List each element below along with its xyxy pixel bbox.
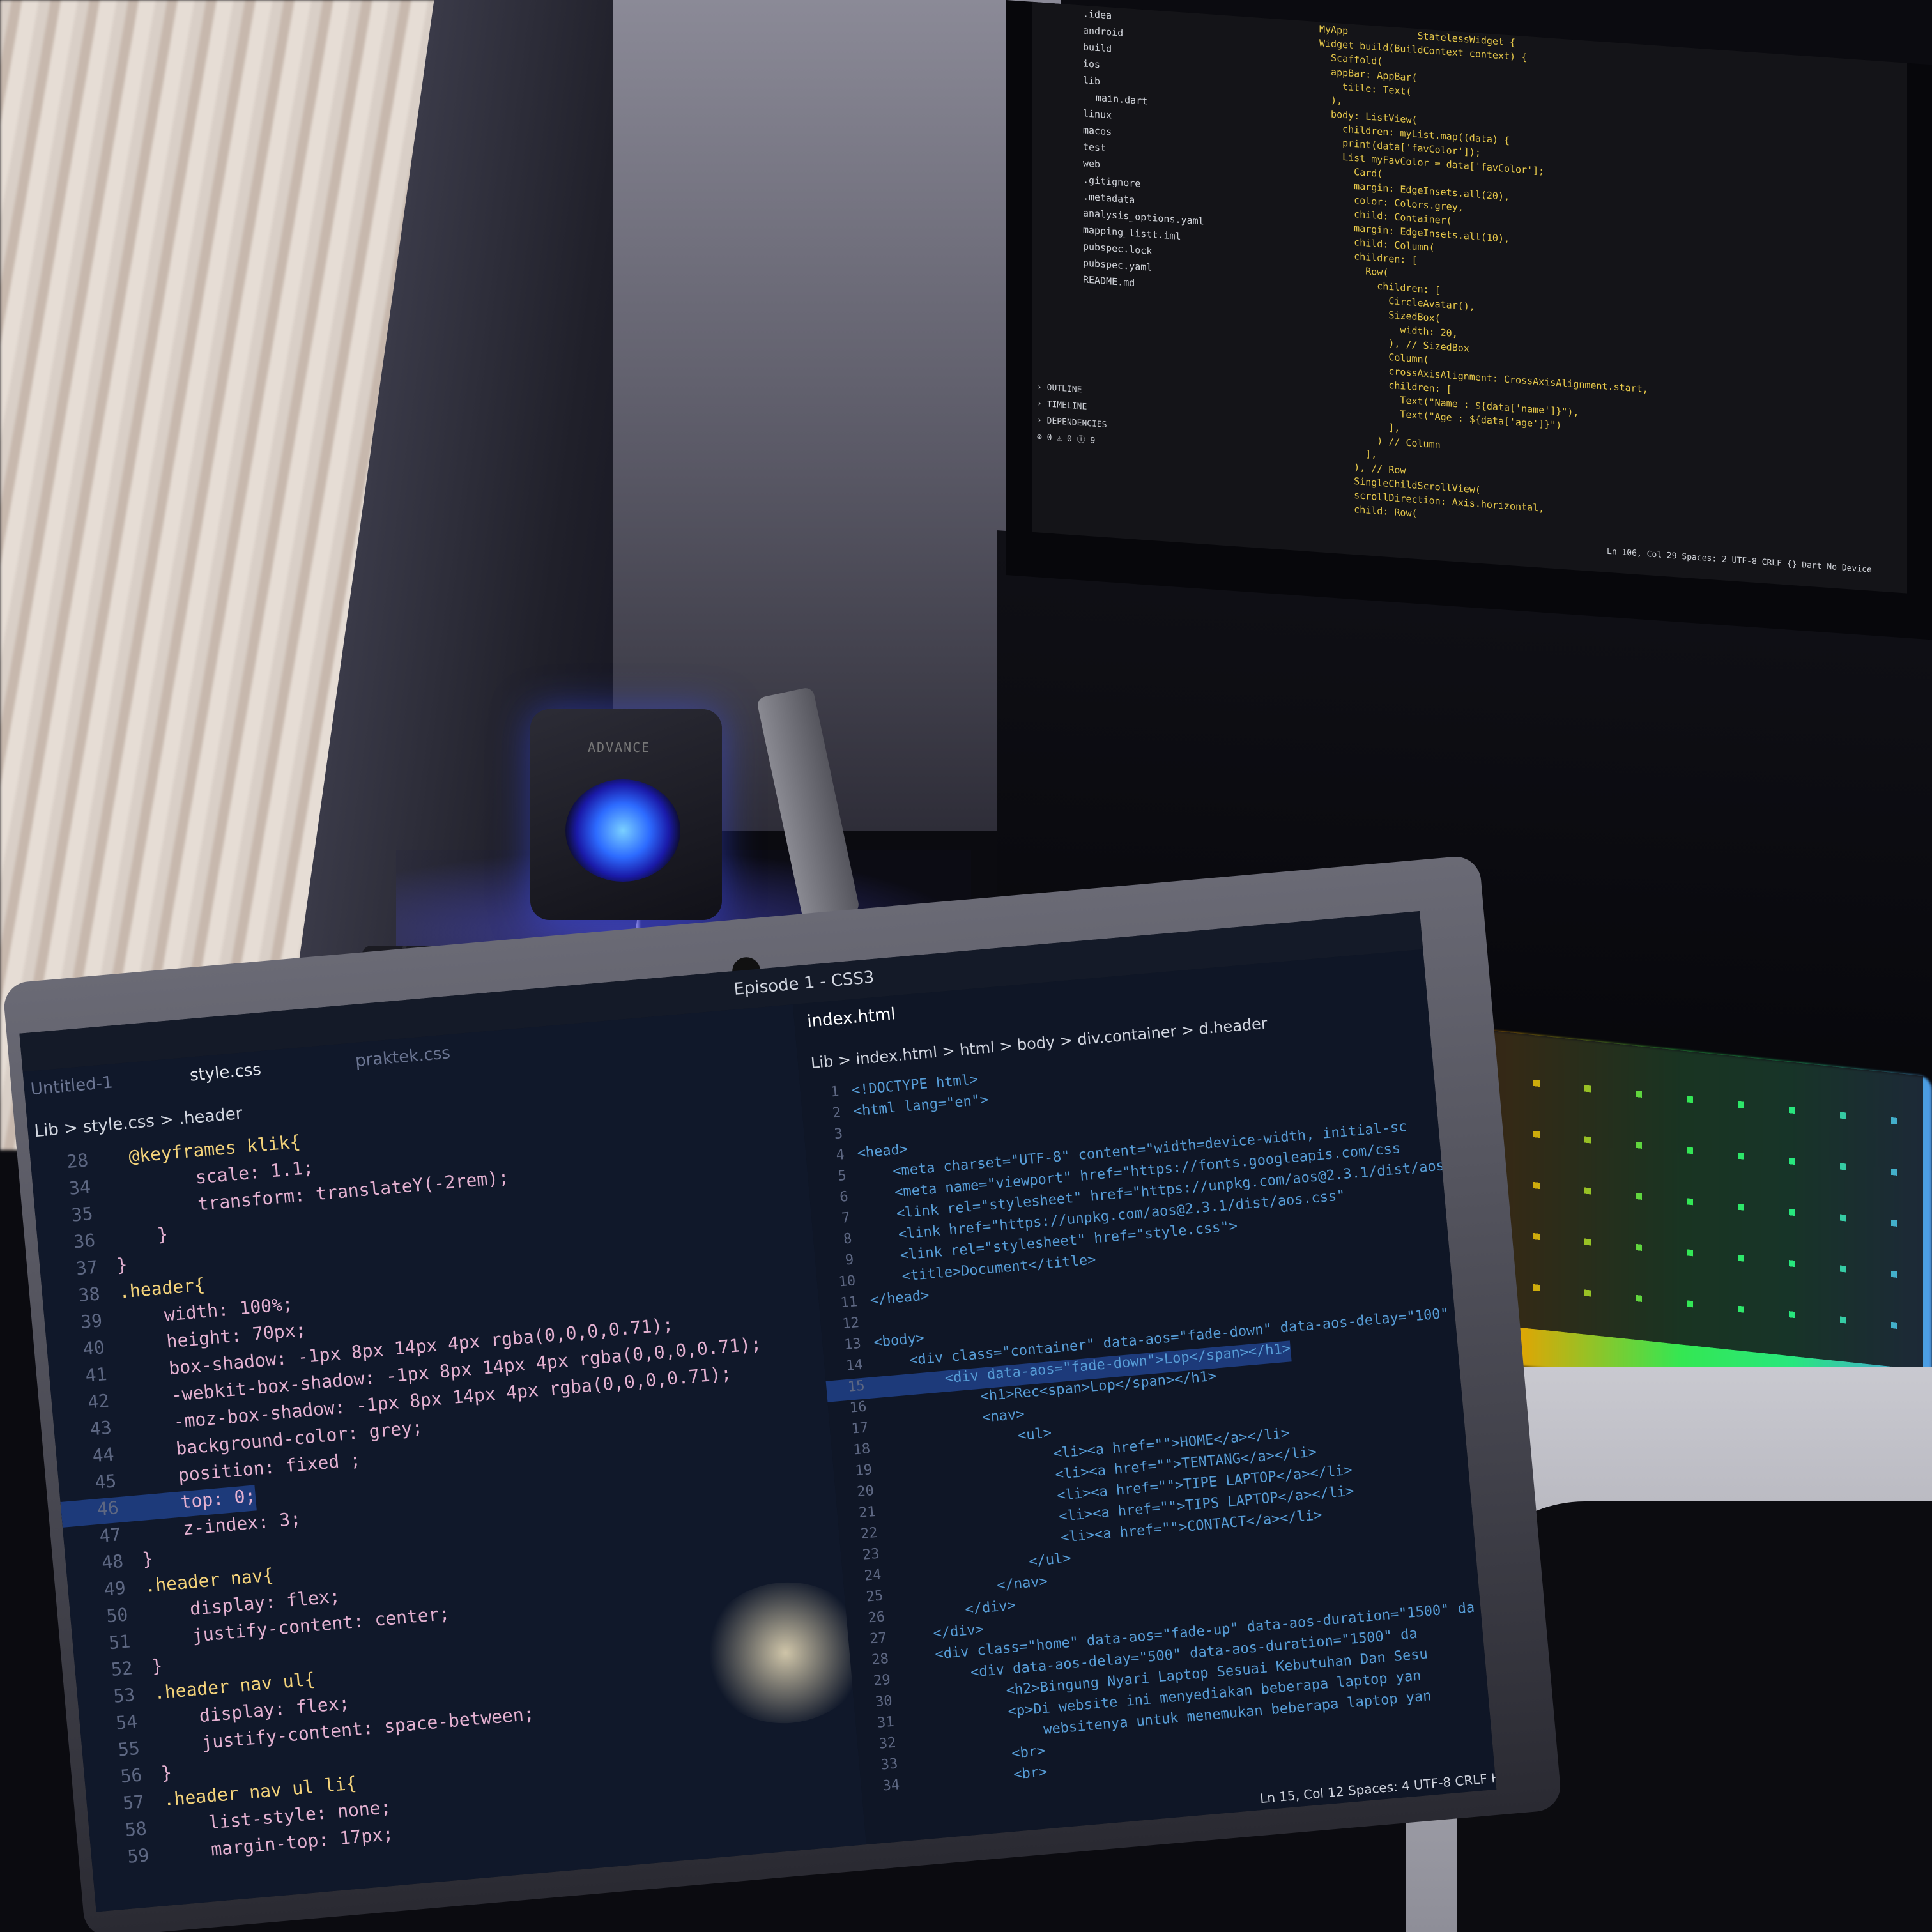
line-number: 12 bbox=[841, 1315, 860, 1333]
line-number: 34 bbox=[68, 1176, 92, 1199]
line-number: 49 bbox=[103, 1577, 127, 1600]
html-code: 1 <!DOCTYPE html> 2 <html lang="en"> 3 4 <head… bbox=[800, 1032, 1496, 1819]
line-number: 1 bbox=[829, 1084, 840, 1101]
line-number: 52 bbox=[110, 1657, 134, 1681]
tab-untitled[interactable]: Untitled-1 bbox=[30, 1073, 114, 1099]
code-text: } bbox=[141, 1547, 155, 1570]
line-number: 20 bbox=[856, 1483, 875, 1501]
code-text: } bbox=[160, 1761, 173, 1784]
dart-code-editor: MyApp StatelessWidget {Widget build(Buil… bbox=[1319, 22, 1894, 548]
line-number: 9 bbox=[844, 1252, 855, 1269]
line-number: 58 bbox=[124, 1818, 148, 1841]
code-text: } bbox=[151, 1655, 164, 1677]
line-number: 56 bbox=[119, 1764, 143, 1788]
line-number: 29 bbox=[873, 1671, 891, 1690]
code-text: <head> bbox=[856, 1141, 909, 1162]
line-number: 5 bbox=[837, 1167, 847, 1184]
line-number: 35 bbox=[70, 1202, 94, 1226]
code-text: } bbox=[113, 1223, 169, 1250]
external-monitor: .idea android build ios lib main.dart linux mac… bbox=[1006, 0, 1932, 640]
line-number: 2 bbox=[831, 1105, 842, 1122]
line-number: 53 bbox=[112, 1684, 136, 1707]
line-number: 46 bbox=[96, 1497, 120, 1520]
line-number: 43 bbox=[89, 1416, 113, 1440]
code-text: <body> bbox=[873, 1330, 925, 1351]
speaker: ADVANCE bbox=[530, 709, 722, 920]
tab-praktek-css[interactable]: praktek.css bbox=[355, 1043, 451, 1071]
line-number: 14 bbox=[845, 1356, 864, 1374]
line-number: 25 bbox=[865, 1588, 884, 1606]
line-number: 37 bbox=[75, 1256, 99, 1280]
line-number: 34 bbox=[882, 1777, 901, 1795]
line-number: 24 bbox=[863, 1567, 882, 1584]
side-panel-sections: › OUTLINE › TIMELINE › DEPENDENCIES ⊗ 0 ⚠ 0… bbox=[1037, 379, 1107, 450]
wall bbox=[613, 0, 1061, 831]
line-number: 6 bbox=[839, 1188, 849, 1206]
line-number: 32 bbox=[878, 1735, 897, 1752]
line-number: 54 bbox=[114, 1710, 139, 1734]
line-number: 41 bbox=[84, 1363, 108, 1386]
line-number: 8 bbox=[843, 1230, 853, 1248]
line-number: 28 bbox=[871, 1650, 889, 1669]
line-number: 4 bbox=[835, 1147, 845, 1164]
line-number: 28 bbox=[66, 1149, 89, 1173]
line-number: 36 bbox=[72, 1229, 96, 1253]
line-number: 23 bbox=[861, 1545, 880, 1563]
line-number: 39 bbox=[79, 1310, 103, 1333]
line-number: 16 bbox=[848, 1399, 868, 1416]
tab-index-html[interactable]: index.html bbox=[806, 1004, 896, 1031]
line-number: 10 bbox=[838, 1273, 857, 1291]
line-number: 33 bbox=[880, 1756, 899, 1774]
line-number: 30 bbox=[875, 1692, 893, 1710]
line-number: 31 bbox=[876, 1713, 895, 1731]
line-number: 42 bbox=[86, 1390, 111, 1413]
line-number: 51 bbox=[107, 1630, 132, 1654]
line-number: 48 bbox=[100, 1550, 125, 1574]
line-number: 59 bbox=[126, 1844, 150, 1867]
line-number: 3 bbox=[833, 1126, 844, 1143]
line-number: 55 bbox=[117, 1737, 141, 1761]
line-number: 50 bbox=[105, 1604, 129, 1627]
code-text: .header nav{ bbox=[144, 1564, 275, 1597]
line-number: 27 bbox=[869, 1630, 888, 1648]
line-number: 13 bbox=[843, 1335, 862, 1354]
speaker-led-ring bbox=[565, 779, 680, 882]
monitor-status-bar: Ln 106, Col 29 Spaces: 2 UTF-8 CRLF {} D… bbox=[1607, 546, 1872, 575]
line-number: 47 bbox=[98, 1523, 122, 1547]
code-text: } bbox=[116, 1254, 128, 1276]
css-editor-pane: Untitled-1 style.css praktek.css Lib > s… bbox=[22, 1004, 875, 1912]
line-number: 19 bbox=[854, 1462, 873, 1480]
line-number: 15 bbox=[847, 1377, 866, 1395]
line-number: 57 bbox=[121, 1791, 146, 1814]
line-number: 17 bbox=[850, 1420, 870, 1438]
line-number: 11 bbox=[839, 1294, 859, 1312]
monitor-screen: .idea android build ios lib main.dart linux mac… bbox=[1032, 1, 1907, 594]
line-number: 26 bbox=[867, 1609, 886, 1627]
photo-scene: ADVANCE .idea android build ios lib main.dart… bbox=[0, 0, 1932, 1932]
html-editor-pane: index.html Lib > index.html > html > bod… bbox=[793, 949, 1496, 1845]
code-text: .header{ bbox=[118, 1274, 206, 1303]
line-number: 18 bbox=[852, 1441, 871, 1459]
line-number: 44 bbox=[91, 1443, 115, 1467]
line-number: 21 bbox=[858, 1503, 877, 1522]
line-number: 45 bbox=[93, 1470, 118, 1494]
line-number: 40 bbox=[82, 1337, 106, 1360]
front-laptop: Episode 1 - CSS3 Untitled-1 style.css pr… bbox=[0, 828, 1579, 1932]
tab-style-css[interactable]: style.css bbox=[189, 1060, 262, 1085]
line-number: 38 bbox=[77, 1283, 101, 1307]
window-title: Episode 1 - CSS3 bbox=[733, 967, 875, 1000]
line-number: 22 bbox=[860, 1524, 878, 1542]
css-code: 28 @keyframes klik{34 scale: 1.1; 35 tran… bbox=[30, 1087, 860, 1912]
line-number: 7 bbox=[841, 1209, 851, 1227]
speaker-brand: ADVANCE bbox=[588, 740, 651, 755]
laptop-screen: Episode 1 - CSS3 Untitled-1 style.css pr… bbox=[19, 911, 1497, 1912]
